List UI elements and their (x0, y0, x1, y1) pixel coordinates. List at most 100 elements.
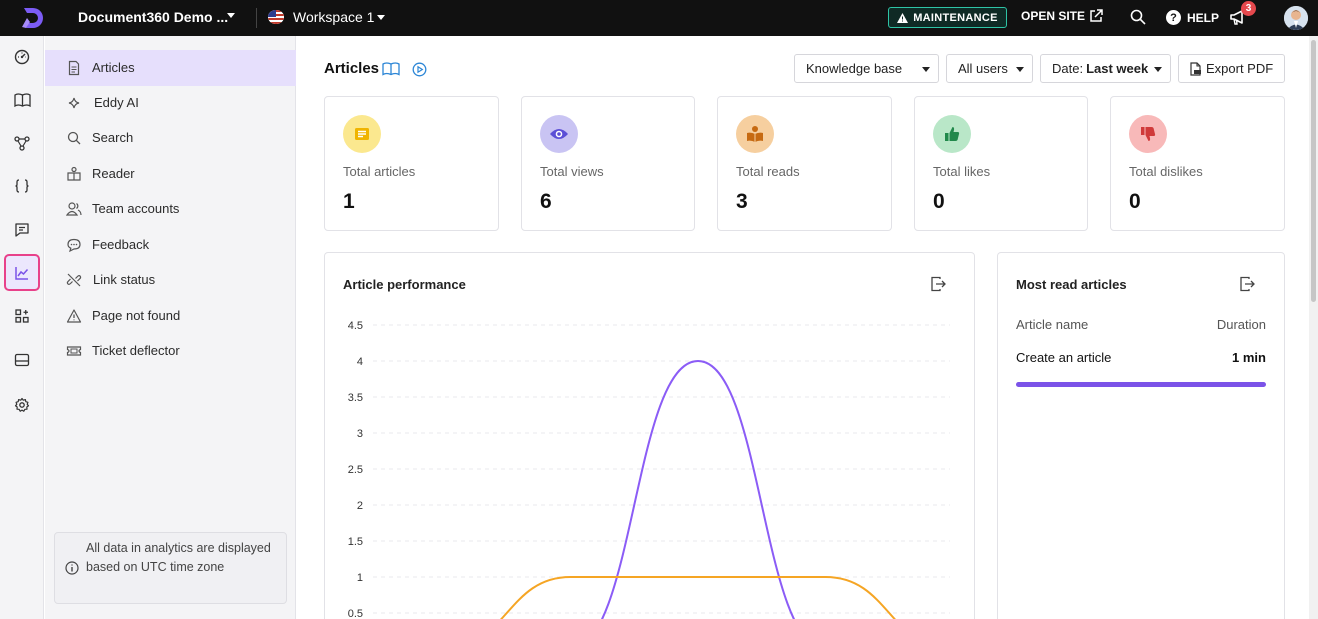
utc-info-text: All data in analytics are displayed base… (86, 541, 271, 574)
analytics-sidebar: Articles Eddy AI Search Reader Team acco… (45, 36, 296, 619)
column-header-duration: Duration (1216, 317, 1266, 332)
main-content: Articles Knowledge base All users Date: L… (297, 36, 1309, 619)
article-performance-chart: 4.5 4 3.5 3 2.5 2 1.5 1 0.5 (348, 320, 950, 619)
date-value: Last week (1086, 61, 1149, 76)
category-icon[interactable] (13, 134, 31, 152)
eye-icon (550, 129, 568, 139)
integrations-icon[interactable] (13, 307, 31, 325)
help-icon[interactable]: ? (1166, 10, 1181, 25)
export-pdf-button[interactable]: Export PDF (1178, 54, 1285, 83)
team-icon (66, 202, 82, 216)
warning-icon (66, 309, 82, 323)
scrollbar-thumb[interactable] (1311, 40, 1316, 302)
stat-icon-circle (1129, 115, 1167, 153)
sidebar-item-search[interactable]: Search (45, 120, 296, 156)
sidebar-item-articles[interactable]: Articles (45, 50, 296, 86)
sidebar-item-link-status[interactable]: Link status (45, 262, 296, 298)
users-label: All users (958, 61, 1008, 76)
analytics-icon[interactable] (13, 264, 31, 282)
documentation-book-icon[interactable] (382, 62, 400, 76)
api-icon[interactable] (13, 177, 31, 195)
chat-icon (67, 238, 81, 253)
stat-icon-circle (540, 115, 578, 153)
stat-label: Total articles (343, 164, 416, 179)
book-icon[interactable] (13, 91, 31, 109)
y-tick-label: 4.5 (348, 320, 363, 332)
stat-value: 0 (1129, 190, 1141, 213)
open-site-link[interactable]: OPEN SITE (1021, 9, 1085, 23)
sidebar-item-page-not-found[interactable]: Page not found (45, 298, 296, 334)
widget-icon[interactable] (13, 351, 31, 369)
settings-icon[interactable] (13, 396, 31, 414)
project-name[interactable]: Document360 Demo ... (78, 9, 228, 25)
column-header-article-name: Article name (1016, 317, 1089, 332)
stat-card-total-dislikes: Total dislikes 0 (1110, 96, 1285, 231)
sidebar-item-label: Eddy AI (94, 95, 139, 110)
notification-badge: 3 (1241, 1, 1256, 16)
stat-icon-circle (933, 115, 971, 153)
users-dropdown[interactable]: All users (946, 54, 1033, 83)
article-stack-icon (355, 128, 369, 140)
sidebar-item-label: Feedback (92, 237, 150, 252)
chevron-down-icon[interactable] (377, 15, 385, 20)
stat-icon-circle (343, 115, 381, 153)
sidebar-item-feedback[interactable]: Feedback (45, 227, 296, 263)
stat-value: 1 (343, 190, 355, 213)
sidebar-item-eddy-ai[interactable]: Eddy AI (45, 85, 296, 121)
chevron-down-icon (922, 67, 930, 72)
sidebar-item-team-accounts[interactable]: Team accounts (45, 191, 296, 227)
maintenance-button[interactable]: MAINTENANCE (888, 7, 1007, 28)
stat-label: Total reads (736, 164, 800, 179)
sidebar-item-ticket-deflector[interactable]: Ticket deflector (45, 333, 296, 369)
stat-label: Total views (540, 164, 604, 179)
panel-title: Most read articles (1016, 277, 1127, 292)
external-link-icon[interactable] (1089, 9, 1103, 23)
avatar[interactable] (1284, 6, 1308, 30)
y-tick-label: 0.5 (348, 608, 363, 619)
sidebar-item-label: Team accounts (92, 201, 180, 216)
y-tick-label: 2.5 (348, 464, 363, 476)
export-icon[interactable] (1239, 276, 1255, 292)
sidebar-item-label: Search (92, 130, 134, 145)
pdf-file-icon (1190, 61, 1201, 76)
reading-icon (747, 126, 763, 142)
most-read-progress-bar (1016, 382, 1266, 387)
stat-icon-circle (736, 115, 774, 153)
stat-value: 0 (933, 190, 945, 213)
document360-logo[interactable] (20, 5, 46, 31)
help-link[interactable]: HELP (1187, 11, 1219, 25)
dashboard-icon[interactable] (13, 48, 31, 66)
chevron-down-icon[interactable] (227, 13, 235, 18)
sidebar-item-label: Page not found (92, 308, 181, 323)
sidebar-item-reader[interactable]: Reader (45, 156, 296, 192)
ticket-icon (66, 346, 82, 356)
sidebar-item-label: Articles (92, 60, 135, 75)
vertical-scrollbar[interactable] (1309, 36, 1318, 619)
stat-label: Total dislikes (1129, 164, 1203, 179)
us-flag-icon (268, 10, 284, 24)
sparkle-icon (68, 97, 80, 109)
search-icon[interactable] (1130, 9, 1146, 25)
info-icon (65, 561, 79, 575)
stat-card-total-views: Total views 6 (521, 96, 695, 231)
feedback-icon[interactable] (13, 221, 31, 239)
most-read-article-name[interactable]: Create an article (1016, 350, 1111, 365)
knowledge-base-dropdown[interactable]: Knowledge base (794, 54, 939, 83)
icon-rail (0, 36, 44, 619)
date-dropdown[interactable]: Date: Last week (1040, 54, 1171, 83)
stat-card-total-articles: Total articles 1 (324, 96, 499, 231)
broken-link-icon (66, 273, 82, 287)
y-tick-label: 1.5 (348, 536, 363, 548)
y-tick-label: 3 (357, 428, 363, 440)
maintenance-label: MAINTENANCE (913, 11, 998, 24)
sidebar-item-label: Link status (93, 272, 156, 287)
thumbs-up-icon (945, 127, 960, 141)
play-video-icon[interactable] (412, 62, 427, 77)
y-tick-label: 3.5 (348, 392, 363, 404)
workspace-name[interactable]: Workspace 1 (293, 9, 374, 25)
export-pdf-label: Export PDF (1206, 61, 1274, 76)
search-icon (67, 131, 81, 145)
chevron-down-icon (1016, 67, 1024, 72)
knowledge-base-label: Knowledge base (806, 61, 903, 76)
stat-card-total-likes: Total likes 0 (914, 96, 1088, 231)
